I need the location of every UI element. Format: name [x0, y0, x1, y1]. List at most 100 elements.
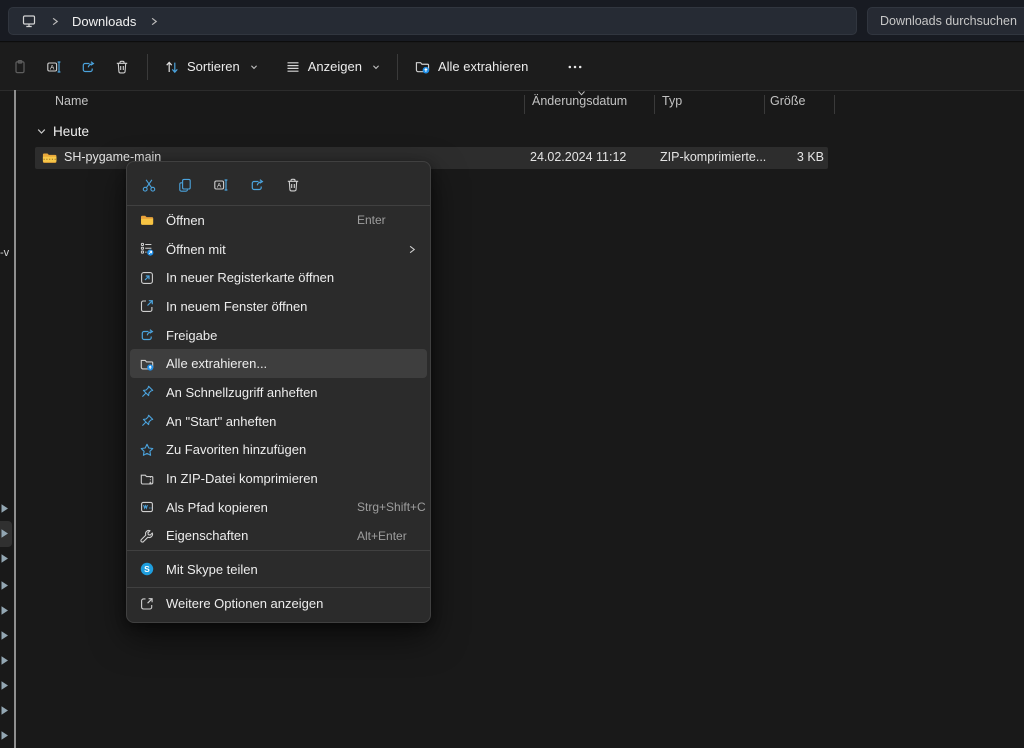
chevron-right-icon[interactable]	[148, 16, 159, 27]
column-header-size[interactable]: Größe	[770, 94, 805, 108]
rename-button[interactable]: A	[37, 49, 71, 85]
file-modified: 24.02.2024 11:12	[530, 150, 626, 164]
search-input[interactable]: Downloads durchsuchen	[867, 7, 1024, 35]
menu-item-properties[interactable]: Eigenschaften Alt+Enter	[127, 522, 430, 551]
chevron-right-icon[interactable]	[0, 605, 11, 616]
new-window-icon	[139, 298, 155, 314]
folder-open-icon	[139, 212, 155, 228]
column-divider[interactable]	[524, 95, 525, 114]
pane-splitter[interactable]	[14, 90, 16, 748]
view-label: Anzeigen	[308, 59, 362, 74]
breadcrumb-location[interactable]: Downloads	[72, 14, 136, 29]
menu-item-share-skype[interactable]: S Mit Skype teilen	[127, 551, 430, 587]
sort-icon	[164, 59, 180, 75]
chevron-right-icon[interactable]	[0, 553, 11, 564]
search-placeholder: Downloads durchsuchen	[880, 14, 1017, 28]
chevron-right-icon[interactable]	[0, 655, 11, 666]
menu-item-compress-zip[interactable]: In ZIP-Datei komprimieren	[127, 464, 430, 493]
rename-icon: A	[213, 177, 229, 193]
delete-button[interactable]	[105, 49, 139, 85]
chevron-right-icon	[49, 16, 60, 27]
address-bar[interactable]: Downloads	[8, 7, 857, 35]
star-icon	[139, 442, 155, 458]
extract-icon	[139, 356, 155, 372]
zip-compress-icon	[139, 471, 155, 487]
chevron-right-icon[interactable]	[0, 528, 11, 539]
content-divider	[0, 90, 1024, 91]
delete-button[interactable]	[279, 171, 307, 199]
menu-item-open-new-tab[interactable]: In neuer Registerkarte öffnen	[127, 263, 430, 292]
view-button[interactable]: Anzeigen	[277, 49, 389, 85]
file-size: 3 KB	[764, 150, 824, 164]
chevron-right-icon[interactable]	[0, 730, 11, 741]
chevron-right-icon[interactable]	[0, 580, 11, 591]
group-label: Heute	[53, 124, 89, 139]
menu-item-copy-path[interactable]: Als Pfad kopieren Strg+Shift+C	[127, 493, 430, 522]
menu-item-pin-quick-access[interactable]: An Schnellzugriff anheften	[127, 378, 430, 407]
group-header-heute[interactable]: Heute	[36, 124, 89, 139]
chevron-down-icon	[249, 62, 259, 72]
menu-item-extract-all[interactable]: Alle extrahieren...	[130, 349, 427, 378]
ellipsis-icon	[567, 59, 583, 75]
rename-button[interactable]: A	[207, 171, 235, 199]
column-divider[interactable]	[834, 95, 835, 114]
file-type: ZIP-komprimierte...	[660, 150, 766, 164]
copy-button[interactable]	[171, 171, 199, 199]
sidebar-clipped-label: -v	[0, 247, 9, 259]
column-header-name[interactable]: Name	[55, 94, 88, 108]
column-divider[interactable]	[764, 95, 765, 114]
menu-item-pin-start[interactable]: An "Start" anheften	[127, 407, 430, 436]
column-header-modified[interactable]: Änderungsdatum	[532, 94, 627, 108]
menu-item-open[interactable]: Öffnen Enter	[127, 206, 430, 235]
menu-item-open-new-window[interactable]: In neuem Fenster öffnen	[127, 292, 430, 321]
context-menu: A Öffnen Enter	[126, 161, 431, 623]
sort-label: Sortieren	[187, 59, 240, 74]
zip-folder-icon	[41, 150, 58, 167]
new-tab-icon	[139, 270, 155, 286]
menu-item-more-options[interactable]: Weitere Optionen anzeigen	[127, 588, 430, 619]
copy-icon	[177, 177, 193, 193]
delete-icon	[114, 59, 130, 75]
accelerator: Alt+Enter	[357, 529, 407, 543]
menu-item-add-favorites[interactable]: Zu Favoriten hinzufügen	[127, 436, 430, 465]
extract-all-button[interactable]: Alle extrahieren	[406, 49, 536, 85]
column-divider[interactable]	[654, 95, 655, 114]
extract-label: Alle extrahieren	[438, 59, 528, 74]
pin-icon	[139, 384, 155, 400]
share-button[interactable]	[243, 171, 271, 199]
accelerator: Enter	[357, 213, 386, 227]
svg-text:S: S	[144, 564, 150, 574]
accelerator: Strg+Shift+C	[357, 500, 426, 514]
svg-text:A: A	[217, 182, 222, 189]
see-more-button[interactable]	[558, 49, 592, 85]
share-icon	[249, 177, 265, 193]
chevron-right-icon[interactable]	[0, 503, 11, 514]
monitor-icon[interactable]	[21, 13, 37, 29]
column-header-type[interactable]: Typ	[662, 94, 682, 108]
cut-button[interactable]	[135, 171, 163, 199]
menu-item-open-with[interactable]: Öffnen mit	[127, 235, 430, 264]
menu-item-freigabe[interactable]: Freigabe	[127, 321, 430, 350]
sort-button[interactable]: Sortieren	[156, 49, 267, 85]
chevron-down-icon[interactable]	[36, 126, 47, 137]
command-toolbar: A Sortieren	[0, 43, 1024, 90]
chevron-right-icon[interactable]	[0, 680, 11, 691]
toolbar-divider	[147, 54, 148, 80]
view-icon	[285, 59, 301, 75]
cut-icon	[141, 177, 157, 193]
paste-button[interactable]	[3, 49, 37, 85]
more-options-icon	[139, 596, 155, 612]
chevron-right-icon[interactable]	[0, 705, 11, 716]
rename-icon: A	[46, 59, 62, 75]
share-button[interactable]	[71, 49, 105, 85]
context-menu-quick-actions: A	[127, 165, 430, 205]
address-row: Downloads Downloads durchsuchen	[0, 0, 1024, 42]
share-icon	[139, 327, 155, 343]
share-icon	[80, 59, 96, 75]
chevron-right-icon[interactable]	[0, 630, 11, 641]
chevron-down-icon	[371, 62, 381, 72]
wrench-icon	[139, 528, 155, 544]
copy-path-icon	[139, 499, 155, 515]
delete-icon	[285, 177, 301, 193]
paste-icon	[12, 59, 28, 75]
